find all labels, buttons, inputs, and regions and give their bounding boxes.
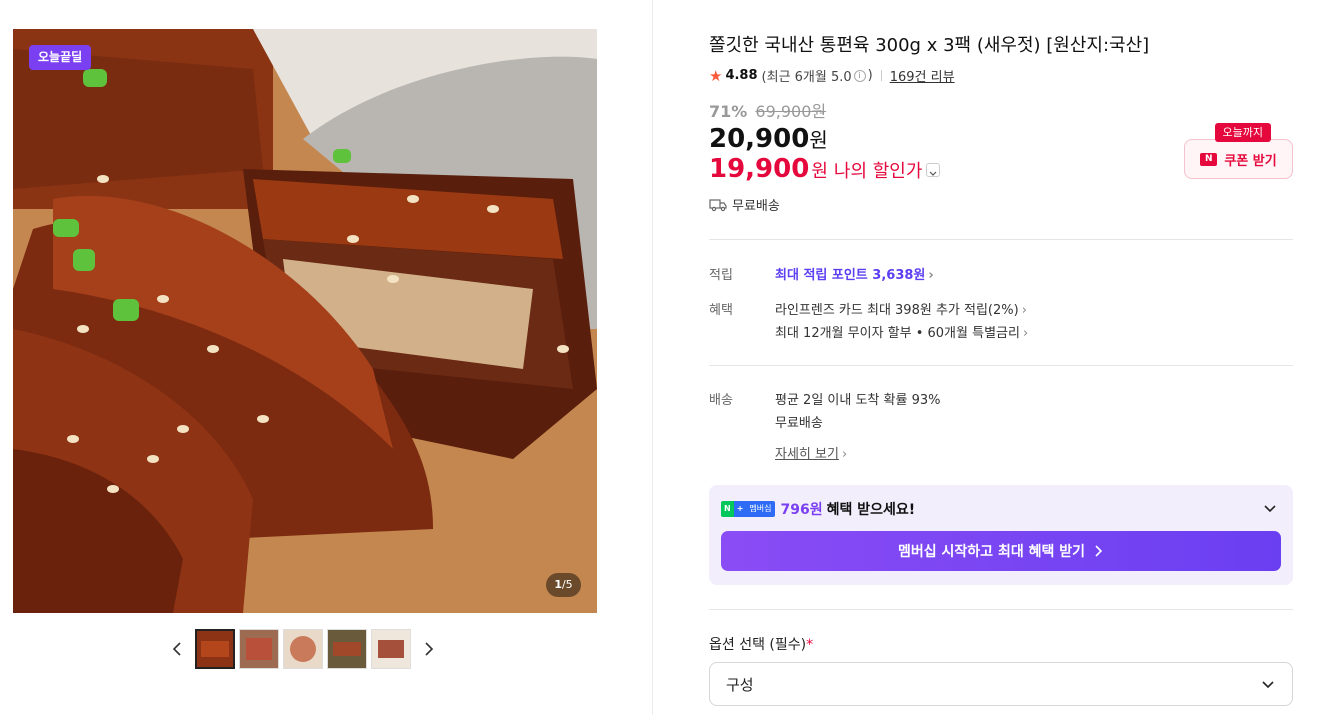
sale-price-unit: 원 [809, 128, 828, 152]
membership-start-button[interactable]: 멤버십 시작하고 최대 혜택 받기 [721, 531, 1281, 571]
my-discount-price[interactable]: 19,900 원 나의 할인가 [709, 154, 941, 184]
image-counter: 1/5 [546, 573, 581, 597]
delivery-more-link[interactable]: 자세히 보기 › [775, 443, 847, 462]
my-price-unit: 원 [811, 161, 828, 182]
rating-summary: ★ 4.88 (최근 6개월 5.0 i ) 169건 리뷰 [709, 66, 955, 86]
shipping-info: 무료배송 [709, 195, 780, 214]
delivery-fee: 무료배송 [775, 416, 823, 431]
main-product-image[interactable] [13, 29, 597, 613]
benefit-card-link[interactable]: 라인프렌즈 카드 최대 398원 추가 적립(2%) › [775, 299, 1027, 318]
rating-detail: (최근 6개월 5.0 [761, 70, 852, 85]
delivery-more-text: 자세히 보기 [775, 447, 839, 462]
chevron-down-icon[interactable] [926, 163, 941, 177]
chevron-right-icon [425, 642, 434, 656]
divider [709, 609, 1293, 610]
original-price: 69,900원 [755, 102, 827, 121]
image-counter-current: 1 [554, 578, 562, 591]
option-label: 옵션 선택 (필수)* [709, 634, 813, 654]
coupon-area: N 쿠폰 받기 오늘까지 [1184, 123, 1293, 179]
thumbnail-1[interactable] [195, 629, 235, 669]
braised-pork-illustration [13, 29, 597, 613]
membership-cta-label: 멤버십 시작하고 최대 혜택 받기 [898, 544, 1085, 560]
benefit-label: 혜택 [709, 303, 733, 318]
membership-amount: 796원 [780, 502, 823, 518]
review-count-link[interactable]: 169건 리뷰 [890, 66, 955, 85]
membership-header: N + 멤버십 796원 혜택 받으세요! [721, 499, 915, 519]
option-select-value: 구성 [726, 675, 754, 694]
coupon-today-tag: 오늘까지 [1214, 123, 1271, 142]
points-link[interactable]: 최대 적립 포인트 3,638원 › [775, 264, 934, 283]
membership-text: 혜택 받으세요! [826, 502, 916, 518]
thumbnail-5[interactable] [371, 629, 411, 669]
thumbnail-4[interactable] [327, 629, 367, 669]
thumbnail-2[interactable] [239, 629, 279, 669]
product-title: 쫄깃한 국내산 통편육 300g x 3팩 (새우젓) [원산지:국산] [709, 35, 1150, 56]
chevron-right-icon: › [928, 268, 934, 283]
truck-icon [709, 198, 727, 211]
thumbnail-strip [165, 628, 441, 670]
required-mark: * [806, 637, 814, 653]
product-gallery: 오늘끝딜 1/5 [0, 0, 653, 715]
discount-rate: 71% [709, 102, 748, 121]
thumbnail-next-button[interactable] [417, 629, 441, 669]
my-price-amount: 19,900 [709, 154, 810, 184]
coupon-button[interactable]: N 쿠폰 받기 [1184, 139, 1293, 179]
today-deal-badge: 오늘끝딜 [29, 45, 92, 70]
chevron-down-icon[interactable] [1261, 499, 1279, 517]
delivery-label: 배송 [709, 393, 733, 408]
rating-detail-close: ) [867, 68, 873, 83]
thumbnail-prev-button[interactable] [165, 629, 189, 669]
chevron-right-icon: › [841, 447, 848, 462]
delivery-estimate: 평균 2일 이내 도착 확률 93% [775, 393, 941, 408]
rating-score: 4.88 [725, 68, 758, 83]
benefit-installment-link[interactable]: 최대 12개월 무이자 할부 • 60개월 특별금리 › [775, 322, 1028, 341]
chevron-down-icon [1262, 681, 1274, 689]
membership-promo: N + 멤버십 796원 혜택 받으세요! 멤버십 시작하고 최대 혜택 받기 [709, 485, 1293, 585]
naver-plus-membership-logo-icon: N + 멤버십 [721, 501, 775, 517]
chevron-left-icon [172, 642, 181, 656]
divider [709, 239, 1293, 240]
divider [880, 70, 882, 81]
chevron-right-icon: › [1022, 326, 1029, 341]
chevron-right-icon [1095, 545, 1103, 557]
shipping-text: 무료배송 [732, 199, 780, 214]
my-price-label: 나의 할인가 [833, 161, 923, 182]
divider [709, 365, 1293, 366]
points-value: 최대 적립 포인트 3,638원 [775, 268, 926, 283]
naver-logo-icon: N [1200, 152, 1218, 166]
thumbnail-3[interactable] [283, 629, 323, 669]
sale-price-amount: 20,900 [709, 124, 810, 154]
benefit-card-text: 라인프렌즈 카드 최대 398원 추가 적립(2%) [775, 303, 1019, 318]
star-icon: ★ [709, 66, 723, 85]
option-select[interactable]: 구성 [709, 662, 1293, 706]
image-counter-total: /5 [561, 578, 573, 591]
info-icon[interactable]: i [853, 69, 866, 82]
benefit-installment-text: 최대 12개월 무이자 할부 • 60개월 특별금리 [775, 326, 1020, 341]
discount-info: 71% 69,900원 [709, 98, 826, 122]
coupon-label: 쿠폰 받기 [1224, 153, 1277, 169]
option-label-text: 옵션 선택 (필수) [709, 637, 807, 653]
chevron-right-icon: › [1021, 303, 1027, 318]
sale-price: 20,900원 [709, 124, 828, 154]
points-label: 적립 [709, 268, 733, 283]
